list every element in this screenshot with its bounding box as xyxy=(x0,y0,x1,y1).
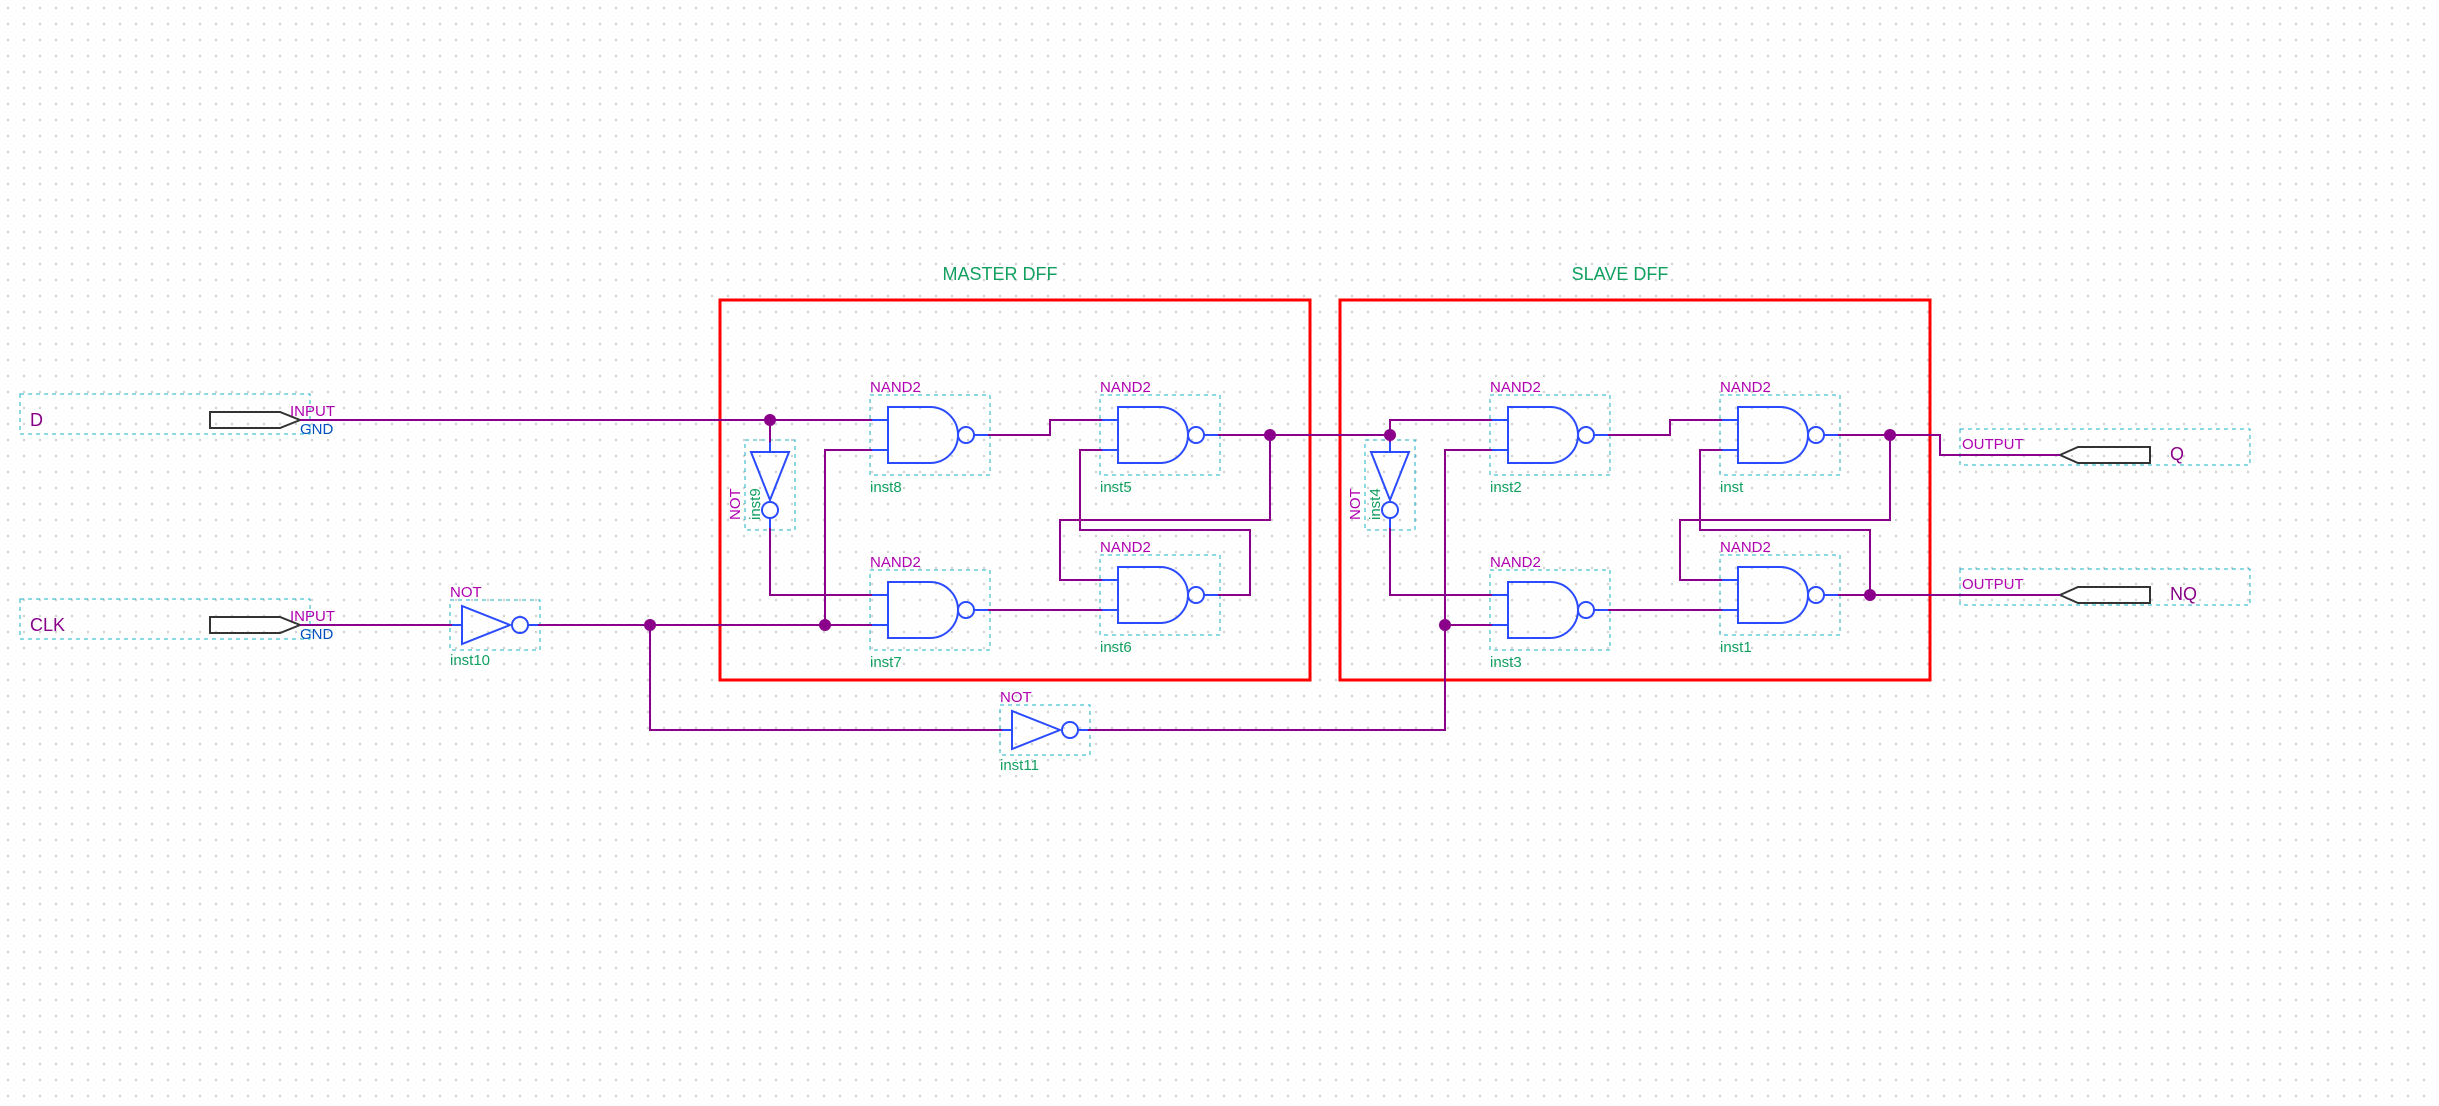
pin-clk-gnd: GND xyxy=(300,626,334,643)
gate-inst8-inst: inst8 xyxy=(870,479,902,496)
pin-q-type: OUTPUT xyxy=(1962,436,2024,453)
gate-inst5[interactable] xyxy=(1100,395,1220,475)
gate-inst10-type: NOT xyxy=(450,584,482,601)
pin-d[interactable] xyxy=(20,394,310,434)
gate-inst3[interactable] xyxy=(1490,570,1610,650)
slave-box xyxy=(1340,300,1930,680)
gate-inst2-type: NAND2 xyxy=(1490,379,1541,396)
gate-inst5-inst: inst5 xyxy=(1100,479,1132,496)
gate-inst6-type: NAND2 xyxy=(1100,539,1151,556)
gate-inst3-inst: inst3 xyxy=(1490,654,1522,671)
pin-nq-name: NQ xyxy=(2170,584,2197,604)
pin-d-type: INPUT xyxy=(290,403,335,420)
gate-inst1-type: NAND2 xyxy=(1720,539,1771,556)
gate-inst8-type: NAND2 xyxy=(870,379,921,396)
gate-inst11-type: NOT xyxy=(1000,689,1032,706)
gate-inst8[interactable] xyxy=(870,395,990,475)
gate-inst[interactable] xyxy=(1720,395,1840,475)
pin-q-name: Q xyxy=(2170,444,2184,464)
gate-inst-inst: inst xyxy=(1720,479,1744,496)
pin-clk-type: INPUT xyxy=(290,608,335,625)
gate-inst-type: NAND2 xyxy=(1720,379,1771,396)
gate-inst9-inst: inst9 xyxy=(747,488,764,520)
pin-nq-type: OUTPUT xyxy=(1962,576,2024,593)
gate-inst1-inst: inst1 xyxy=(1720,639,1752,656)
pin-clk-name: CLK xyxy=(30,615,65,635)
slave-title: SLAVE DFF xyxy=(1572,264,1669,284)
master-title: MASTER DFF xyxy=(943,264,1058,284)
gate-inst2[interactable] xyxy=(1490,395,1610,475)
gate-inst7[interactable] xyxy=(870,570,990,650)
gate-inst7-type: NAND2 xyxy=(870,554,921,571)
gate-inst4-inst: inst4 xyxy=(1367,488,1384,520)
schematic-canvas[interactable]: MASTER DFF SLAVE DFF D INPUT GND CLK INP… xyxy=(0,0,2439,1106)
gate-inst9-type: NOT xyxy=(727,488,744,520)
gate-inst6-inst: inst6 xyxy=(1100,639,1132,656)
gate-inst4-type: NOT xyxy=(1347,488,1364,520)
pin-d-gnd: GND xyxy=(300,421,334,438)
gate-inst7-inst: inst7 xyxy=(870,654,902,671)
pin-d-name: D xyxy=(30,410,43,430)
gate-inst11[interactable] xyxy=(1000,705,1090,755)
gate-inst11-inst: inst11 xyxy=(1000,757,1039,774)
gate-inst5-type: NAND2 xyxy=(1100,379,1151,396)
gate-inst2-inst: inst2 xyxy=(1490,479,1522,496)
gate-inst3-type: NAND2 xyxy=(1490,554,1541,571)
gate-inst6[interactable] xyxy=(1100,555,1220,635)
master-box xyxy=(720,300,1310,680)
gate-inst1[interactable] xyxy=(1720,555,1840,635)
gate-inst10[interactable] xyxy=(450,600,540,650)
gate-inst10-inst: inst10 xyxy=(450,652,490,669)
